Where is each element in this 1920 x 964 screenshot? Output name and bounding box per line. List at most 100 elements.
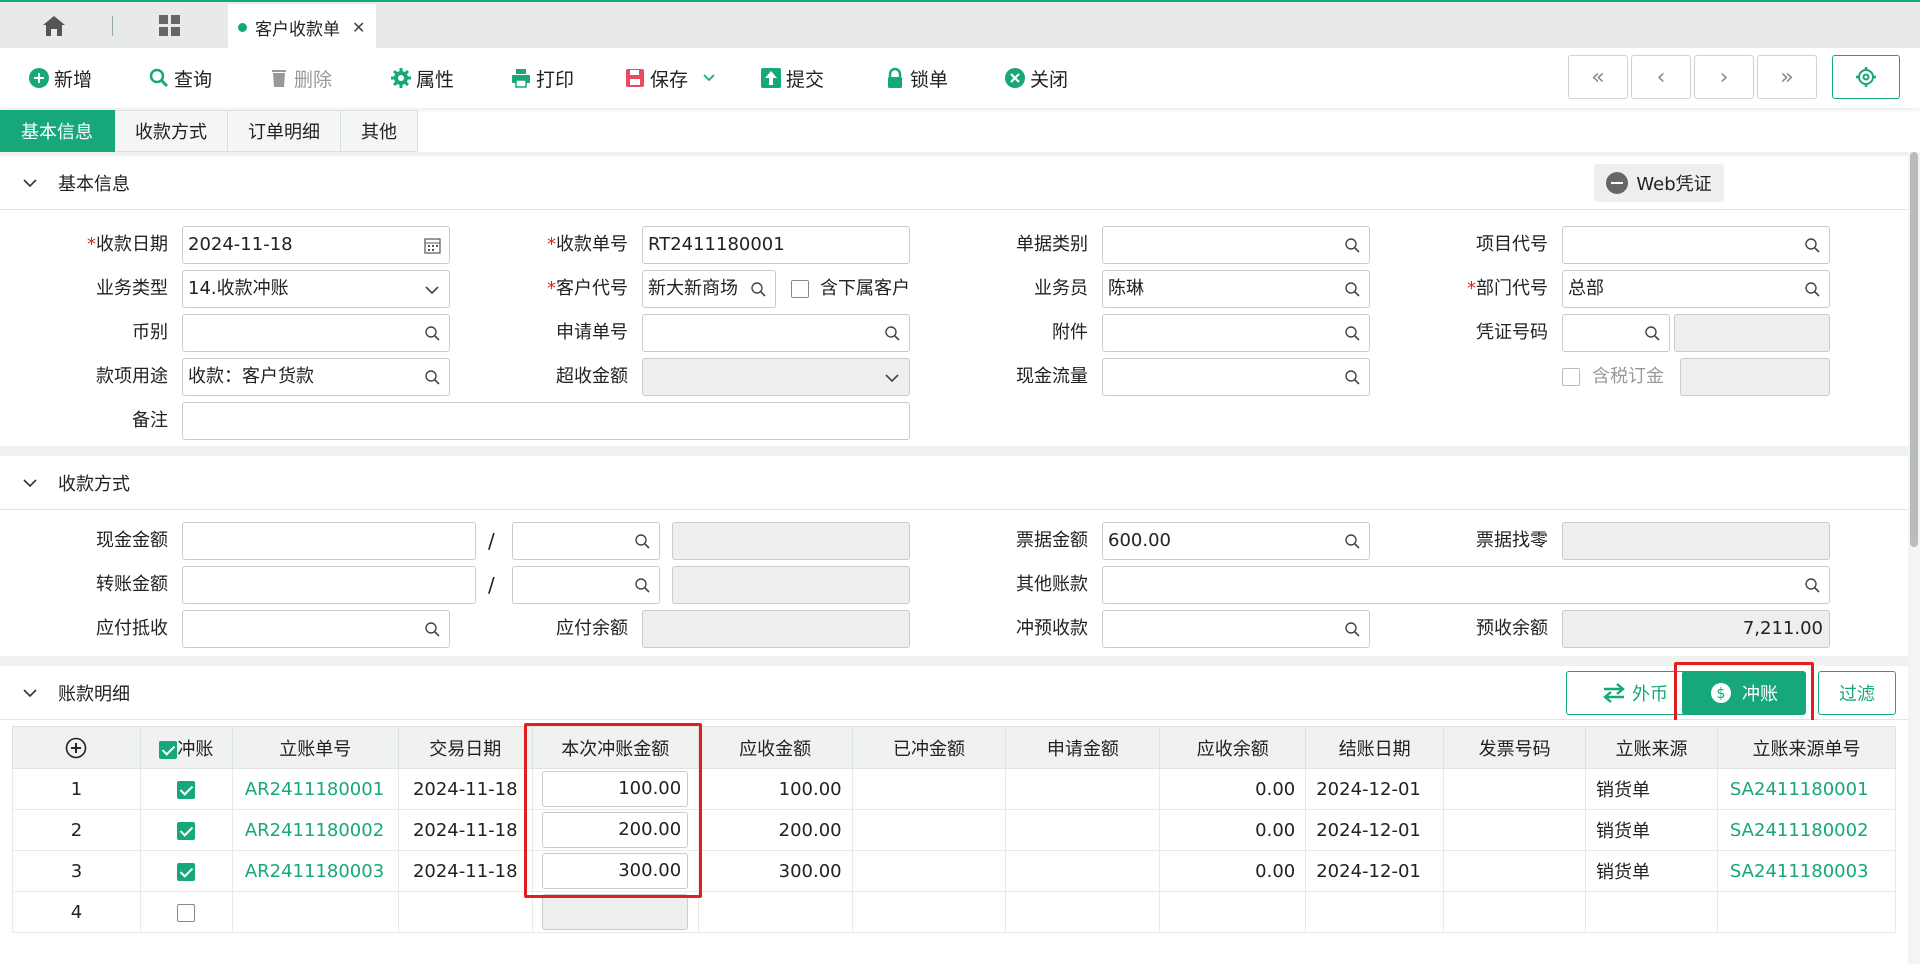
receivable-column-header[interactable]: 应收金额 [697,726,853,769]
project-code-field[interactable] [1562,226,1830,264]
add-row-header[interactable] [12,726,141,769]
tab-other[interactable]: 其他 [341,110,418,152]
doc-type-field[interactable] [1102,226,1370,264]
voucher-no-field[interactable] [1562,314,1670,352]
search-icon[interactable] [1804,577,1821,594]
search-icon[interactable] [1344,325,1361,342]
payment-method-header[interactable]: 收款方式 [0,456,1908,510]
tab-order-detail[interactable]: 订单明细 [228,110,341,152]
delete-button[interactable]: 删除 [268,63,332,93]
bill-amount-field[interactable]: 600.00 [1102,522,1370,560]
search-icon[interactable] [424,621,441,638]
search-icon[interactable] [1644,325,1661,342]
save-button[interactable]: 保存 [624,63,716,93]
search-icon[interactable] [1344,533,1361,550]
offset-done-column-header[interactable]: 已冲金额 [851,726,1007,769]
source-no-link[interactable]: SA2411180001 [1716,768,1897,810]
request-no-field[interactable] [642,314,910,352]
query-button[interactable]: 查询 [148,63,212,93]
source-no-link[interactable]: SA2411180003 [1716,850,1897,892]
search-icon[interactable] [1344,281,1361,298]
customer-code-field[interactable]: 新大新商场 [642,270,776,308]
balance-column-header[interactable]: 应收余额 [1159,726,1307,769]
other-account-field[interactable] [1102,566,1830,604]
payable-offset-field[interactable] [182,610,450,648]
search-icon[interactable] [634,577,651,594]
source-column-header[interactable]: 立账来源 [1585,726,1718,769]
submit-button[interactable]: 提交 [760,63,824,93]
date-column-header[interactable]: 交易日期 [397,726,533,769]
source-no-column-header[interactable]: 立账来源单号 [1716,726,1897,769]
source-no-link[interactable] [1716,891,1897,933]
home-icon[interactable] [40,14,68,38]
purpose-field[interactable]: 收款：客户货款 [182,358,450,396]
table-row[interactable]: 2 AR2411180002 2024-11-18 200.00 200.00 0.00 2… [12,809,1897,851]
search-icon[interactable] [1804,237,1821,254]
offset-column-header[interactable]: 冲账 [139,726,233,769]
biz-type-select[interactable]: 14.收款冲账 [182,270,450,308]
ar-no-link[interactable]: AR2411180002 [231,809,399,851]
search-icon[interactable] [634,533,651,550]
select-all-checkbox[interactable] [159,740,178,759]
search-icon[interactable] [750,281,767,298]
calendar-icon[interactable] [424,237,441,254]
print-button[interactable]: 打印 [510,63,574,93]
over-amount-select[interactable] [642,358,910,396]
request-amount-column-header[interactable]: 申请金额 [1005,726,1161,769]
search-icon[interactable] [1344,237,1361,254]
new-button[interactable]: 新增 [28,63,92,93]
search-icon[interactable] [1344,621,1361,638]
settings-button[interactable] [1832,55,1900,99]
collapse-chevron-icon[interactable] [22,175,38,191]
first-record-button[interactable]: « [1568,55,1628,99]
include-sub-customer-checkbox[interactable] [791,280,809,298]
tab-payment-method[interactable]: 收款方式 [115,110,228,152]
tax-deposit-checkbox[interactable] [1562,368,1580,386]
last-record-button[interactable]: » [1757,55,1817,99]
lock-button[interactable]: 锁单 [884,63,948,93]
row-offset-checkbox[interactable] [177,903,196,922]
transfer-account-field[interactable] [512,566,660,604]
search-icon[interactable] [884,325,901,342]
add-circle-icon[interactable] [65,737,87,759]
receipt-no-field[interactable]: RT2411180001 [642,226,910,264]
ar-no-link[interactable] [231,891,399,933]
scrollbar-thumb[interactable] [1910,152,1918,547]
collapse-chevron-icon[interactable] [22,475,38,491]
table-row[interactable]: 4 [12,891,1897,933]
ar-no-link[interactable]: AR2411180001 [231,768,399,810]
table-row[interactable]: 1 AR2411180001 2024-11-18 100.00 100.00 0.00 2… [12,768,1897,810]
currency-field[interactable] [182,314,450,352]
cash-amount-field[interactable] [182,522,476,560]
search-icon[interactable] [1344,369,1361,386]
grid-menu-icon[interactable] [158,14,182,38]
attachment-field[interactable] [1102,314,1370,352]
invoice-column-header[interactable]: 发票号码 [1443,726,1587,769]
chevron-down-icon[interactable] [702,71,716,85]
collapse-chevron-icon[interactable] [22,685,38,701]
close-button[interactable]: 关闭 [1004,63,1068,93]
properties-button[interactable]: 属性 [390,63,454,93]
remark-field[interactable] [182,402,910,440]
search-icon[interactable] [424,325,441,342]
web-voucher-button[interactable]: Web凭证 [1594,164,1724,202]
table-row[interactable]: 3 AR2411180003 2024-11-18 300.00 300.00 0.00 2… [12,850,1897,892]
cash-account-field[interactable] [512,522,660,560]
row-offset-checkbox[interactable] [177,821,196,840]
ar-no-column-header[interactable]: 立账单号 [231,726,399,769]
dept-code-field[interactable]: 总部 [1562,270,1830,308]
settle-date-column-header[interactable]: 结账日期 [1305,726,1445,769]
source-no-link[interactable]: SA2411180002 [1716,809,1897,851]
search-icon[interactable] [1804,281,1821,298]
row-offset-checkbox[interactable] [177,780,196,799]
tab-basic-info[interactable]: 基本信息 [0,110,115,152]
salesperson-field[interactable]: 陈琳 [1102,270,1370,308]
filter-button[interactable]: 过滤 [1818,671,1896,715]
offset-amount-input[interactable] [542,894,689,930]
close-tab-icon[interactable]: ✕ [352,18,365,37]
transfer-amount-field[interactable] [182,566,476,604]
search-icon[interactable] [424,369,441,386]
next-record-button[interactable]: › [1694,55,1754,99]
prepay-offset-field[interactable] [1102,610,1370,648]
tab-customer-receipt[interactable]: 客户收款单 ✕ [228,4,376,50]
